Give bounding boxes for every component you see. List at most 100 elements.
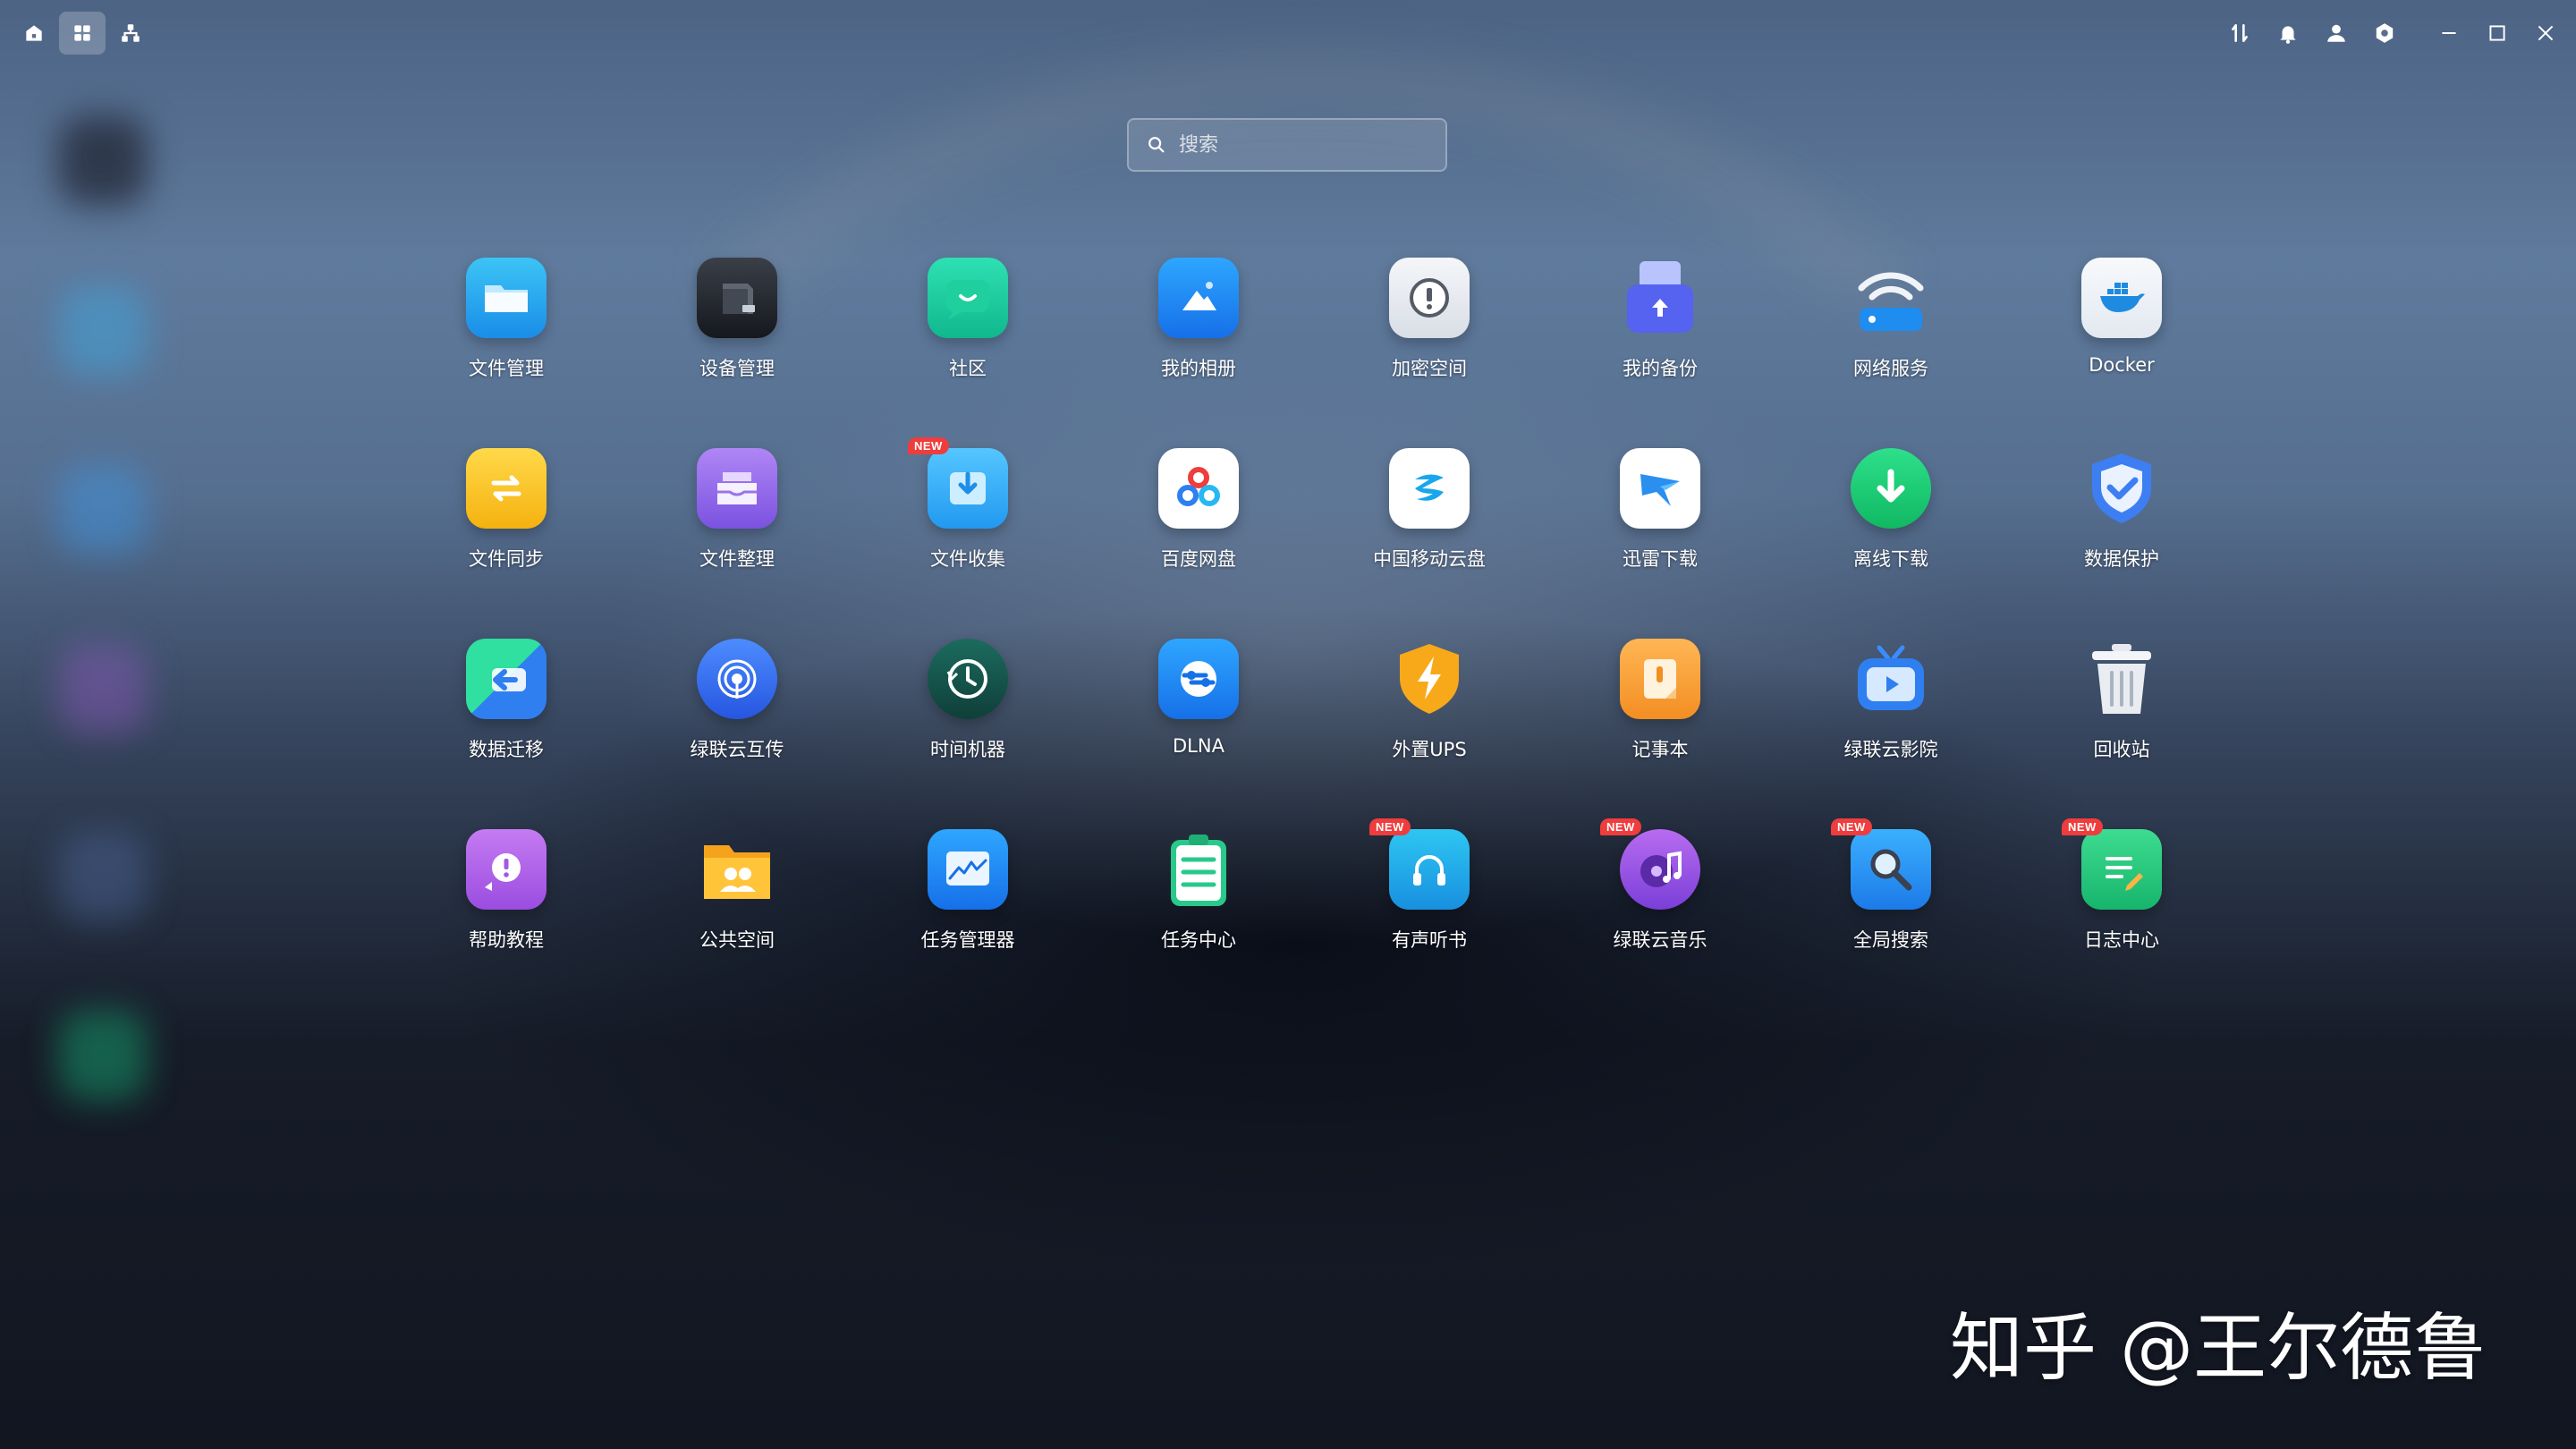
home-button[interactable]	[11, 12, 57, 55]
app-audiobook[interactable]: NEW 有声听书	[1314, 818, 1545, 1020]
app-label: 数据迁移	[469, 739, 544, 760]
close-button[interactable]	[2522, 12, 2569, 55]
backup-icon	[1620, 258, 1700, 338]
new-badge: NEW	[1369, 818, 1411, 835]
app-label: 数据保护	[2084, 548, 2159, 570]
notifications-button[interactable]	[2265, 12, 2311, 55]
app-device-manager[interactable]: 设备管理	[622, 258, 852, 448]
app-label: 社区	[949, 358, 987, 379]
app-grid: 文件管理 设备管理 社区 我的相册 加密空间 我的备份 网络服务 Docker …	[391, 258, 2233, 1020]
tv-icon	[1851, 639, 1931, 719]
app-label: 文件整理	[699, 548, 775, 570]
minimize-icon	[2442, 32, 2456, 34]
app-network-services[interactable]: 网络服务	[1775, 258, 2006, 448]
wifi-router-icon	[1851, 258, 1931, 338]
shield-check-icon	[2081, 448, 2162, 529]
app-label: 迅雷下载	[1623, 548, 1698, 570]
app-external-ups[interactable]: 外置UPS	[1314, 639, 1545, 829]
app-label: 离线下载	[1853, 548, 1928, 570]
app-task-manager[interactable]: 任务管理器	[852, 829, 1083, 1020]
nas-device-icon	[697, 258, 777, 338]
migration-arrow-icon	[466, 639, 547, 719]
app-help-tutorial[interactable]: 帮助教程	[391, 829, 622, 1020]
network-topology-button[interactable]	[107, 12, 154, 55]
app-label: 文件收集	[930, 548, 1005, 570]
app-offline-download[interactable]: 离线下载	[1775, 448, 2006, 639]
app-file-organizer[interactable]: 文件整理	[622, 448, 852, 639]
app-center-button[interactable]	[59, 12, 106, 55]
new-badge: NEW	[2062, 818, 2103, 835]
app-notepad[interactable]: 记事本	[1545, 639, 1775, 829]
app-file-manager[interactable]: 文件管理	[391, 258, 622, 448]
app-label: 文件同步	[469, 548, 544, 570]
app-data-migration[interactable]: 数据迁移	[391, 639, 622, 829]
app-xunlei-download[interactable]: 迅雷下载	[1545, 448, 1775, 639]
log-pencil-icon: NEW	[2062, 818, 2162, 910]
app-label: 任务管理器	[920, 929, 1015, 951]
background-dock-blur	[45, 89, 161, 1100]
app-photo-album[interactable]: 我的相册	[1083, 258, 1314, 448]
folder-icon	[466, 258, 547, 338]
transfer-icon	[2232, 24, 2248, 42]
app-label: 帮助教程	[469, 929, 544, 951]
app-label: 百度网盘	[1161, 548, 1236, 570]
app-time-machine[interactable]: 时间机器	[852, 639, 1083, 829]
settings-button[interactable]	[2361, 12, 2408, 55]
china-mobile-cloud-icon	[1389, 448, 1470, 529]
gear-icon	[2376, 23, 2394, 43]
shared-folder-icon	[697, 829, 777, 910]
ups-bolt-icon	[1389, 639, 1470, 719]
new-badge: NEW	[1600, 818, 1641, 835]
user-icon	[2327, 24, 2345, 42]
app-log-center[interactable]: NEW 日志中心	[2006, 818, 2237, 1020]
app-public-space[interactable]: 公共空间	[622, 829, 852, 1020]
app-recycle-bin[interactable]: 回收站	[2006, 639, 2237, 829]
user-button[interactable]	[2313, 12, 2360, 55]
close-icon	[2538, 25, 2554, 41]
clock-icon	[928, 639, 1008, 719]
transfer-button[interactable]	[2216, 12, 2263, 55]
monitor-chart-icon	[928, 829, 1008, 910]
app-task-center[interactable]: 任务中心	[1083, 829, 1314, 1020]
app-label: 回收站	[2093, 739, 2150, 760]
app-label: 日志中心	[2084, 929, 2159, 951]
search-icon	[1148, 137, 1165, 153]
headphones-book-icon: NEW	[1369, 818, 1470, 910]
app-baidu-netdisk[interactable]: 百度网盘	[1083, 448, 1314, 639]
app-ugreen-music[interactable]: NEW 绿联云音乐	[1545, 818, 1775, 1020]
sync-icon	[466, 448, 547, 529]
search-box[interactable]	[1127, 118, 1447, 172]
app-ugreen-transfer[interactable]: 绿联云互传	[622, 639, 852, 829]
grid-icon	[74, 25, 90, 41]
app-file-sync[interactable]: 文件同步	[391, 448, 622, 639]
clipboard-list-icon	[1158, 829, 1239, 910]
top-bar	[0, 0, 2576, 63]
app-dlna[interactable]: DLNA	[1083, 639, 1314, 829]
maximize-icon	[2489, 25, 2505, 41]
new-badge: NEW	[908, 437, 949, 454]
music-disc-icon: NEW	[1600, 818, 1700, 910]
app-my-backup[interactable]: 我的备份	[1545, 258, 1775, 448]
safe-icon	[1389, 258, 1470, 338]
app-docker[interactable]: Docker	[2006, 258, 2237, 448]
app-file-collection[interactable]: NEW 文件收集	[852, 437, 1083, 639]
minimize-button[interactable]	[2426, 12, 2472, 55]
docker-whale-icon	[2081, 258, 2162, 338]
app-community[interactable]: 社区	[852, 258, 1083, 448]
app-china-mobile-cloud[interactable]: 中国移动云盘	[1314, 448, 1545, 639]
app-label: 文件管理	[469, 358, 544, 379]
trash-icon	[2081, 639, 2162, 719]
app-label: 设备管理	[699, 358, 775, 379]
app-ugreen-cinema[interactable]: 绿联云影院	[1775, 639, 2006, 829]
app-label: 绿联云影院	[1843, 739, 1938, 760]
file-tray-icon	[697, 448, 777, 529]
app-global-search[interactable]: NEW 全局搜索	[1775, 818, 2006, 1020]
app-label: 任务中心	[1161, 929, 1236, 951]
help-icon	[466, 829, 547, 910]
search-input[interactable]	[1177, 132, 1431, 157]
maximize-button[interactable]	[2474, 12, 2521, 55]
app-data-protection[interactable]: 数据保护	[2006, 448, 2237, 639]
app-encrypted-space[interactable]: 加密空间	[1314, 258, 1545, 448]
chat-bubble-icon	[928, 258, 1008, 338]
app-label: 有声听书	[1392, 929, 1467, 951]
